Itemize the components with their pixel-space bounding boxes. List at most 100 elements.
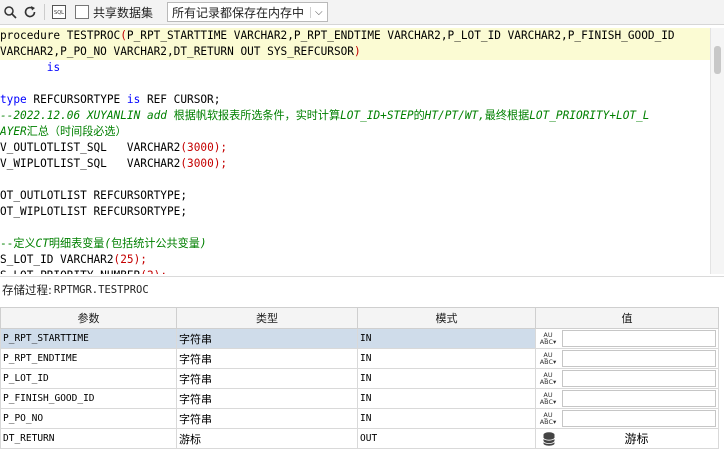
param-type-cell: 字符串 [176, 408, 358, 429]
procedure-header: 存储过程: RPTMGR.TESTPROC [0, 276, 724, 303]
param-value-wrapper: A̲U ABC▾ [538, 410, 716, 428]
code-line: is [0, 60, 710, 76]
code-token: ); [213, 157, 228, 170]
table-row[interactable]: P_LOT_ID 字符串 IN A̲U ABC▾ [0, 368, 719, 389]
param-value-wrapper: A̲U ABC▾ [538, 330, 716, 348]
param-mode-cell: IN [357, 388, 536, 409]
code-line: S_LOT_PRIORITY NUMBER(2); [0, 268, 710, 274]
code-token: ); [133, 253, 147, 266]
code-token: 最终根据 [484, 109, 530, 122]
param-value-input[interactable] [562, 410, 716, 427]
parameters-table-body: P_RPT_STARTTIME 字符串 IN A̲U ABC▾ P_RPT_ENDTIME… [0, 328, 719, 449]
code-token: --2022.12.06 XUYANLIN add [0, 109, 174, 122]
chevron-down-icon: ⌵ [310, 6, 323, 18]
code-token: ( [120, 29, 127, 42]
abc-type-icon[interactable]: A̲U ABC▾ [538, 331, 558, 346]
refresh-icon[interactable] [20, 2, 40, 22]
code-line: --定义CT明细表变量(包括统计公共变量) [0, 236, 710, 252]
code-token: REFCURSORTYPE [26, 93, 127, 106]
param-mode-cell: IN [357, 408, 536, 429]
code-token: 3000 [187, 157, 214, 170]
param-mode-cell: IN [357, 328, 536, 349]
param-type-cell: 字符串 [176, 368, 358, 389]
database-icon[interactable] [541, 431, 557, 447]
share-dataset-checkbox[interactable] [75, 5, 89, 19]
table-row[interactable]: P_RPT_STARTTIME 字符串 IN A̲U ABC▾ [0, 328, 719, 349]
table-row[interactable]: DT_RETURN 游标 OUT 游标 [0, 428, 719, 449]
code-token: ) [199, 237, 207, 250]
code-token: is [126, 93, 141, 106]
param-value-input[interactable] [562, 350, 716, 367]
sql-icon[interactable]: SQL [49, 2, 69, 22]
code-token: procedure TESTPROC [0, 29, 121, 42]
param-value-cell[interactable]: A̲U ABC▾ [535, 408, 719, 429]
code-line: VARCHAR2,P_PO_NO VARCHAR2,DT_RETURN OUT … [0, 44, 710, 60]
abc-type-icon[interactable]: A̲U ABC▾ [538, 391, 558, 406]
code-token: 根据帆软报表所选条件，实时计算 [173, 109, 341, 122]
code-token: HT/PT/WT, [424, 109, 485, 122]
param-value-cell[interactable]: A̲U ABC▾ [535, 368, 719, 389]
code-token: LOT_ID+STEP [340, 109, 414, 122]
param-value-cell[interactable]: 游标 [535, 428, 719, 449]
record-mode-select[interactable]: 所有记录都保存在内存中 ⌵ [167, 2, 328, 22]
param-type-cell: 字符串 [176, 348, 358, 369]
code-line: V_OUTLOTLIST_SQL VARCHAR2(3000); [0, 140, 710, 156]
param-value-cell[interactable]: A̲U ABC▾ [535, 348, 719, 369]
param-value-input[interactable] [562, 370, 716, 387]
code-token: type [0, 93, 27, 106]
code-token: LOT_PRIORITY+LOT_L [529, 109, 650, 122]
share-dataset-label: 共享数据集 [93, 5, 154, 20]
param-name-cell: P_LOT_ID [0, 368, 177, 389]
procedure-label: 存储过程: [2, 283, 52, 297]
column-header-param[interactable]: 参数 [0, 307, 177, 329]
param-value-input[interactable] [562, 390, 716, 407]
code-token: 的 [413, 109, 425, 122]
abc-type-icon[interactable]: A̲U ABC▾ [538, 411, 558, 426]
editor-scrollbar[interactable] [710, 28, 724, 274]
param-type-cell: 字符串 [176, 388, 358, 409]
code-token: ( [140, 269, 147, 274]
code-token: CT [35, 237, 49, 250]
param-value-wrapper: A̲U ABC▾ [538, 390, 716, 408]
column-header-mode[interactable]: 模式 [357, 307, 536, 329]
code-line: AYER汇总（时间段必选） [0, 124, 710, 140]
code-line: --2022.12.06 XUYANLIN add 根据帆软报表所选条件，实时计… [0, 108, 710, 124]
param-mode-cell: IN [357, 368, 536, 389]
scrollbar-thumb[interactable] [714, 46, 721, 74]
param-value-cell[interactable]: A̲U ABC▾ [535, 388, 719, 409]
toolbar: SQL 共享数据集 所有记录都保存在内存中 ⌵ [0, 0, 724, 25]
column-header-type[interactable]: 类型 [176, 307, 358, 329]
sql-editor[interactable]: procedure TESTPROC(P_RPT_STARTTIME VARCH… [0, 28, 710, 274]
table-row[interactable]: P_RPT_ENDTIME 字符串 IN A̲U ABC▾ [0, 348, 719, 369]
code-token: S_LOT_PRIORITY NUMBER [0, 269, 140, 274]
param-name-cell: P_RPT_STARTTIME [0, 328, 177, 349]
code-token: 2 [147, 269, 154, 274]
code-token: ); [154, 269, 167, 274]
code-token: 明细表变量 [48, 237, 105, 250]
code-token: 包括统计公共变量 [111, 237, 200, 250]
search-icon[interactable] [0, 2, 20, 22]
param-type-cell: 游标 [176, 428, 358, 449]
code-line: type REFCURSORTYPE is REF CURSOR; [0, 92, 710, 108]
param-name-cell: P_RPT_ENDTIME [0, 348, 177, 369]
code-token: REF CURSOR; [140, 93, 221, 106]
code-token: 汇总（时间段必选） [26, 125, 127, 138]
param-value-cell[interactable]: A̲U ABC▾ [535, 328, 719, 349]
code-token: --定义 [0, 237, 36, 250]
code-line: OT_WIPLOTLIST REFCURSORTYPE; [0, 204, 710, 220]
code-token: S_LOT_ID VARCHAR2 [0, 253, 114, 266]
abc-type-icon[interactable]: A̲U ABC▾ [538, 351, 558, 366]
code-token: ) [354, 45, 361, 58]
code-token: OT_OUTLOTLIST REFCURSORTYPE; [0, 189, 188, 202]
code-line: S_LOT_ID VARCHAR2(25); [0, 252, 710, 268]
table-header-row: 参数 类型 模式 值 [0, 307, 719, 329]
table-row[interactable]: P_PO_NO 字符串 IN A̲U ABC▾ [0, 408, 719, 429]
param-value-input[interactable] [562, 330, 716, 347]
abc-type-icon[interactable]: A̲U ABC▾ [538, 371, 558, 386]
table-row[interactable]: P_FINISH_GOOD_ID 字符串 IN A̲U ABC▾ [0, 388, 719, 409]
code-token: AYER [0, 125, 27, 138]
column-header-value[interactable]: 值 [535, 307, 719, 329]
